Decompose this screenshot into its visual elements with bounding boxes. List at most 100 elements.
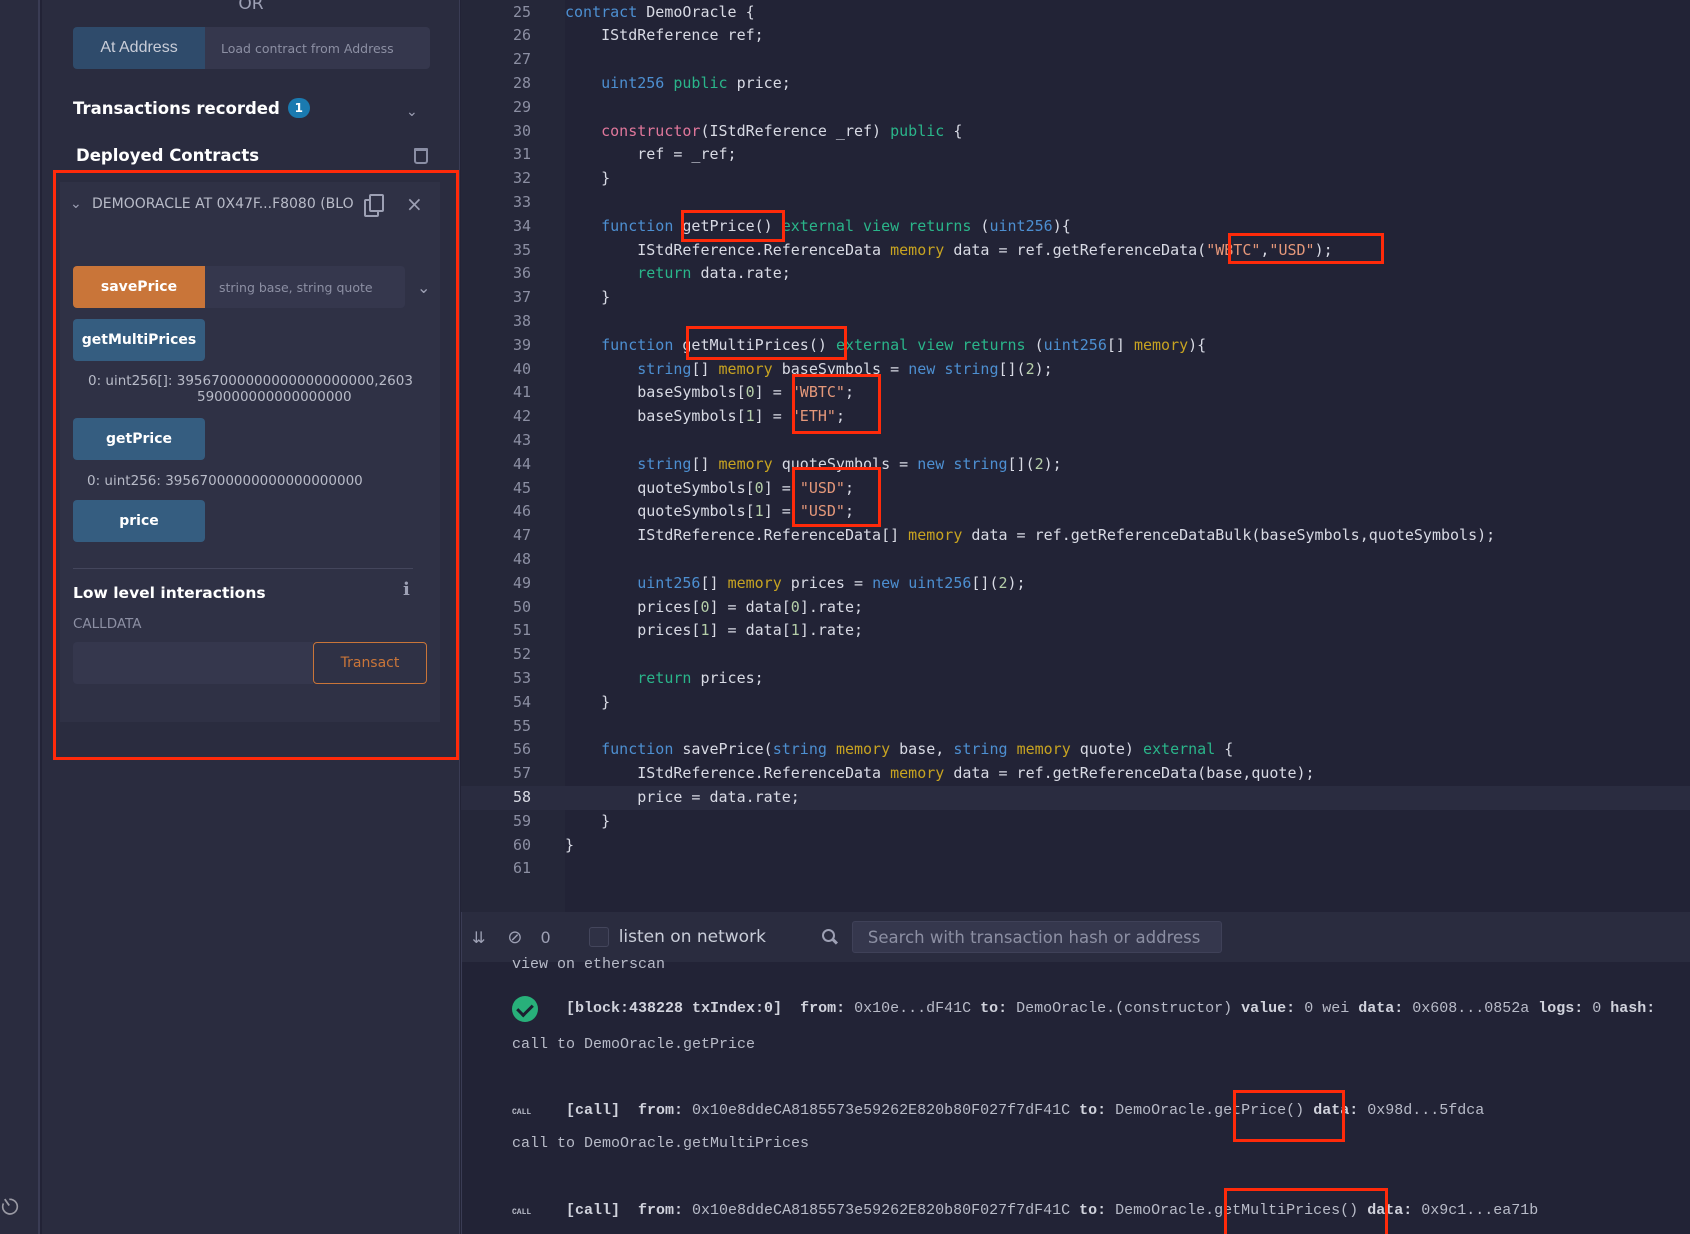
collapse-terminal-icon[interactable]: ⇊ xyxy=(472,928,485,947)
code-line[interactable]: 56 function savePrice(string memory base… xyxy=(461,738,1690,762)
code-line[interactable]: 54 } xyxy=(461,691,1690,715)
listen-on-network-checkbox[interactable] xyxy=(588,927,609,947)
code-line[interactable]: 61 xyxy=(461,857,1690,881)
line-number: 59 xyxy=(512,811,531,830)
code-line[interactable]: 33 xyxy=(461,191,1690,215)
highlight-box xyxy=(681,210,785,242)
code-text: IStdReference ref; xyxy=(565,26,764,45)
line-number: 54 xyxy=(512,692,531,711)
terminal-search-input[interactable]: Search with transaction hash or address xyxy=(851,921,1222,953)
line-number: 42 xyxy=(512,407,531,426)
plugin-manager-icon[interactable]: ⏻ xyxy=(0,1192,25,1222)
line-number: 60 xyxy=(512,835,531,854)
code-text: IStdReference.ReferenceData memory data … xyxy=(565,240,1333,259)
line-number: 58 xyxy=(512,787,531,806)
code-line[interactable]: 29 xyxy=(461,96,1690,120)
code-text: return prices; xyxy=(637,668,764,687)
code-line[interactable]: 42 baseSymbols[1] = "ETH"; xyxy=(461,405,1690,429)
code-text: } xyxy=(565,169,611,188)
highlight-box xyxy=(1224,1188,1388,1234)
line-number: 30 xyxy=(512,121,531,140)
line-number: 56 xyxy=(512,740,531,759)
line-number: 40 xyxy=(512,359,531,378)
pending-count: 0 xyxy=(540,927,551,947)
call-tag-icon: CALL xyxy=(512,1108,532,1117)
code-line[interactable]: 26 IStdReference ref; xyxy=(461,24,1690,48)
call-log-entry[interactable]: [call] from: 0x10e8ddeCA8185573e59262E82… xyxy=(566,1202,1538,1219)
code-line[interactable]: 48 xyxy=(461,548,1690,572)
code-line[interactable]: 58 price = data.rate; xyxy=(461,785,1690,810)
code-text: prices[0] = data[0].rate; xyxy=(565,597,864,616)
code-line[interactable]: 40 string[] memory baseSymbols = new str… xyxy=(461,358,1690,382)
trash-icon[interactable] xyxy=(414,148,428,164)
code-line[interactable]: 41 baseSymbols[0] = "WBTC"; xyxy=(461,381,1690,405)
code-line[interactable]: 34 function getPrice() external view ret… xyxy=(461,215,1690,239)
code-line[interactable]: 51 prices[1] = data[1].rate; xyxy=(461,619,1690,643)
view-on-etherscan-link[interactable]: view on etherscan xyxy=(512,956,665,973)
line-number: 45 xyxy=(512,478,531,497)
or-label: OR xyxy=(238,0,264,14)
code-line[interactable]: 52 xyxy=(461,643,1690,667)
line-number: 50 xyxy=(512,597,531,616)
call-log-entry[interactable]: [call] from: 0x10e8ddeCA8185573e59262E82… xyxy=(566,1102,1484,1119)
code-text: constructor(IStdReference _ref) public { xyxy=(601,121,963,140)
code-line[interactable]: 44 string[] memory quoteSymbols = new st… xyxy=(461,453,1690,477)
code-line[interactable]: 55 xyxy=(461,715,1690,739)
line-number: 33 xyxy=(512,192,531,211)
line-number: 31 xyxy=(512,145,531,164)
line-number: 51 xyxy=(512,621,531,640)
chevron-down-icon[interactable]: ⌄ xyxy=(406,104,418,120)
call-note: call to DemoOracle.getMultiPrices xyxy=(512,1135,810,1152)
code-line[interactable]: 25 contract DemoOracle { xyxy=(461,1,1690,25)
code-line[interactable]: 46 quoteSymbols[1] = "USD"; xyxy=(461,500,1690,524)
code-line[interactable]: 35 IStdReference.ReferenceData memory da… xyxy=(461,239,1690,263)
line-number: 44 xyxy=(512,454,531,473)
line-number: 43 xyxy=(512,430,531,449)
highlight-box xyxy=(792,374,881,434)
code-text: return data.rate; xyxy=(637,264,791,283)
code-line[interactable]: 43 xyxy=(461,429,1690,453)
code-line[interactable]: 49 uint256[] memory prices = new uint256… xyxy=(461,572,1690,596)
code-line[interactable]: 38 xyxy=(461,310,1690,334)
code-line[interactable]: 31 ref = _ref; xyxy=(461,143,1690,167)
line-number: 55 xyxy=(512,716,531,735)
transactions-count-badge: 1 xyxy=(287,98,310,118)
code-line[interactable]: 37 } xyxy=(461,286,1690,310)
code-line[interactable]: 30 constructor(IStdReference _ref) publi… xyxy=(461,120,1690,144)
code-text: function getMultiPrices() external view … xyxy=(601,335,1207,354)
line-number: 61 xyxy=(512,859,531,878)
code-line[interactable]: 53 return prices; xyxy=(461,667,1690,691)
highlight-box xyxy=(53,170,459,760)
line-number: 35 xyxy=(512,240,531,259)
line-number: 49 xyxy=(512,573,531,592)
deploy-log-entry[interactable]: [block:438228 txIndex:0] from: 0x10e...d… xyxy=(566,1000,1655,1017)
at-address-button[interactable]: At Address xyxy=(73,27,205,69)
code-line[interactable]: 59 } xyxy=(461,810,1690,834)
code-line[interactable]: 57 IStdReference.ReferenceData memory da… xyxy=(461,762,1690,786)
code-line[interactable]: 28 uint256 public price; xyxy=(461,72,1690,96)
code-text: } xyxy=(565,288,611,307)
line-number: 29 xyxy=(512,97,531,116)
clear-console-icon[interactable]: ⊘ xyxy=(507,927,522,948)
code-line[interactable]: 45 quoteSymbols[0] = "USD"; xyxy=(461,477,1690,501)
highlight-box xyxy=(1233,1090,1345,1142)
code-line[interactable]: 39 function getMultiPrices() external vi… xyxy=(461,334,1690,358)
code-line[interactable]: 50 prices[0] = data[0].rate; xyxy=(461,596,1690,620)
code-text: } xyxy=(565,692,611,711)
code-line[interactable]: 27 xyxy=(461,48,1690,72)
highlight-box xyxy=(1228,233,1384,264)
code-line[interactable]: 36 return data.rate; xyxy=(461,262,1690,286)
terminal: ⇊ ⊘ 0 listen on network Search with tran… xyxy=(461,912,1690,1234)
code-editor[interactable]: 25 contract DemoOracle {26 IStdReference … xyxy=(461,0,1690,912)
line-number: 34 xyxy=(512,216,531,235)
code-text: function savePrice(string memory base, s… xyxy=(601,740,1234,759)
code-line[interactable]: 32 } xyxy=(461,167,1690,191)
line-number: 41 xyxy=(512,383,531,402)
load-address-input[interactable]: Load contract from Address xyxy=(205,27,430,69)
code-line[interactable]: 47 IStdReference.ReferenceData[] memory … xyxy=(461,524,1690,548)
code-line[interactable]: 60} xyxy=(461,834,1690,858)
line-number: 46 xyxy=(512,502,531,521)
line-number: 39 xyxy=(512,335,531,354)
transactions-recorded-header[interactable]: Transactions recorded 1 xyxy=(73,98,310,118)
highlight-box xyxy=(792,467,881,527)
